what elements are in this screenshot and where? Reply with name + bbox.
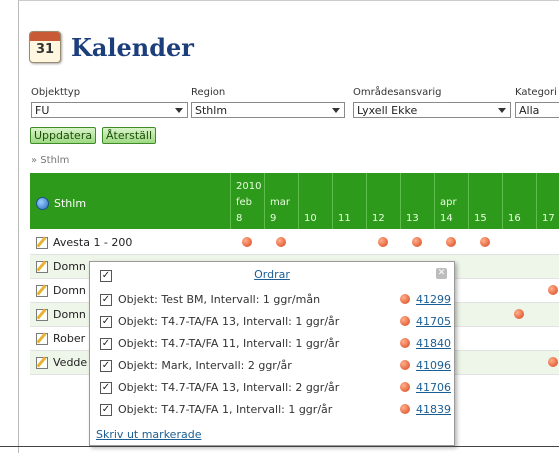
order-link[interactable]: 41706 (416, 381, 451, 394)
order-link[interactable]: 41096 (416, 359, 451, 372)
calendar-icon: 31 (29, 31, 61, 63)
grid-header: Sthlm 2010 feb 8 mar 9 10 11 12 13 apr 14 15… (30, 173, 559, 229)
order-link[interactable]: 41840 (416, 337, 451, 350)
order-marker-icon[interactable] (276, 237, 286, 247)
week-column: 15 (468, 173, 503, 229)
list-item: ✓ Objekt: T4.7-TA/FA 11, Intervall: 1 gg… (90, 333, 454, 355)
item-text: Objekt: Test BM, Intervall: 1 ggr/mån (118, 293, 321, 306)
page-title: 31 Kalender (29, 31, 194, 63)
region-select[interactable]: Sthlm (191, 102, 345, 118)
list-item: ✓ Objekt: Test BM, Intervall: 1 ggr/mån … (90, 289, 454, 311)
order-link[interactable]: 41705 (416, 315, 451, 328)
row-label[interactable]: Domn (53, 260, 86, 273)
order-marker-icon[interactable] (480, 237, 490, 247)
edit-icon[interactable] (36, 332, 48, 345)
order-marker-icon[interactable] (412, 237, 422, 247)
order-link[interactable]: 41839 (416, 403, 451, 416)
order-marker-icon[interactable] (548, 285, 558, 295)
breadcrumb: » Sthlm (31, 155, 70, 166)
item-text: Objekt: T4.7-TA/FA 13, Intervall: 1 ggr/… (118, 315, 340, 328)
item-checkbox[interactable]: ✓ (100, 404, 112, 416)
chevron-down-icon (498, 108, 506, 113)
close-icon[interactable]: ✕ (436, 268, 447, 279)
week-column: 13 (400, 173, 435, 229)
region-label: Region (191, 87, 226, 98)
row-label[interactable]: Rober (53, 332, 85, 345)
omradesansvarig-select[interactable]: Lyxell Ekke (353, 102, 511, 118)
order-marker-icon (400, 404, 410, 414)
item-text: Objekt: T4.7-TA/FA 11, Intervall: 1 ggr/… (118, 337, 340, 350)
row-label[interactable]: Avesta 1 - 200 (53, 236, 132, 249)
week-column: 16 (502, 173, 537, 229)
order-marker-icon[interactable] (242, 237, 252, 247)
list-item: ✓ Objekt: T4.7-TA/FA 13, Intervall: 1 gg… (90, 311, 454, 333)
order-marker-icon[interactable] (446, 237, 456, 247)
order-marker-icon (400, 338, 410, 348)
row-label[interactable]: Domn (53, 308, 86, 321)
order-marker-icon[interactable] (378, 237, 388, 247)
kategori-select[interactable]: Alla (515, 102, 559, 118)
item-checkbox[interactable]: ✓ (100, 382, 112, 394)
week-column: 2010 feb 8 (230, 173, 265, 229)
item-checkbox[interactable]: ✓ (100, 294, 112, 306)
week-column: 17 (536, 173, 559, 229)
edit-icon[interactable] (36, 308, 48, 321)
item-checkbox[interactable]: ✓ (100, 360, 112, 372)
grid-region: Sthlm (36, 197, 86, 210)
orders-popup: ✓ Ordrar ✕ ✓ Objekt: Test BM, Intervall:… (89, 261, 455, 446)
edit-icon[interactable] (36, 260, 48, 273)
kategori-label: Kategori (515, 87, 557, 98)
row-label[interactable]: Vedde (53, 356, 87, 369)
order-marker-icon (400, 360, 410, 370)
chevron-down-icon (332, 108, 340, 113)
order-marker-icon[interactable] (514, 309, 524, 319)
item-text: Objekt: T4.7-TA/FA 13, Intervall: 2 ggr/… (118, 381, 340, 394)
print-selected-link[interactable]: Skriv ut markerade (96, 428, 201, 441)
week-column: 12 (366, 173, 401, 229)
divider (0, 446, 559, 447)
edit-icon[interactable] (36, 356, 48, 369)
item-text: Objekt: Mark, Intervall: 2 ggr/år (118, 359, 292, 372)
objekttyp-select[interactable]: FU (31, 102, 188, 118)
omradesansvarig-label: Områdesansvarig (353, 87, 442, 98)
popup-header-link[interactable]: Ordrar (90, 268, 454, 281)
reset-button[interactable]: Återställ (102, 127, 157, 144)
objekttyp-label: Objekttyp (31, 87, 81, 98)
item-checkbox[interactable]: ✓ (100, 316, 112, 328)
order-link[interactable]: 41299 (416, 293, 451, 306)
item-text: Objekt: T4.7-TA/FA 1, Intervall: 1 ggr/å… (118, 403, 333, 416)
week-column: 10 (298, 173, 333, 229)
globe-icon (36, 197, 49, 210)
list-item: ✓ Objekt: Mark, Intervall: 2 ggr/år 4109… (90, 355, 454, 377)
row-label[interactable]: Domn (53, 284, 86, 297)
item-checkbox[interactable]: ✓ (100, 338, 112, 350)
list-item: ✓ Objekt: T4.7-TA/FA 1, Intervall: 1 ggr… (90, 399, 454, 421)
update-button[interactable]: Uppdatera (30, 127, 97, 144)
order-marker-icon (400, 316, 410, 326)
chevron-down-icon (175, 108, 183, 113)
table-row: Avesta 1 - 200 (30, 231, 559, 255)
page-title-text: Kalender (71, 32, 194, 62)
order-marker-icon (400, 294, 410, 304)
edit-icon[interactable] (36, 284, 48, 297)
week-column: mar 9 (264, 173, 299, 229)
order-marker-icon (400, 382, 410, 392)
week-column: 11 (332, 173, 367, 229)
week-column: apr 14 (434, 173, 469, 229)
order-marker-icon[interactable] (548, 357, 558, 367)
list-item: ✓ Objekt: T4.7-TA/FA 13, Intervall: 2 gg… (90, 377, 454, 399)
edit-icon[interactable] (36, 236, 48, 249)
